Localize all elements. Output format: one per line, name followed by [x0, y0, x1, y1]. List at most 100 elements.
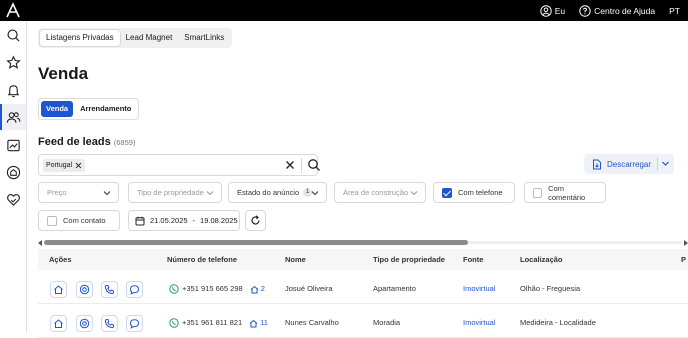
phone-number: +351 915 665 298 — [182, 284, 243, 293]
user-circle-icon — [540, 4, 552, 17]
location-cell: Olhão - Freguesia — [520, 284, 581, 293]
header-location[interactable]: Localização — [520, 249, 563, 270]
sidebar-item-analytics[interactable] — [0, 132, 26, 158]
sidebar-item-leads[interactable] — [0, 104, 26, 130]
built-area-filter[interactable]: Área de construção — [334, 182, 426, 203]
checkbox-unchecked[interactable] — [47, 215, 57, 226]
email-button[interactable] — [76, 315, 93, 332]
with-contact-label: Com contato — [63, 216, 106, 225]
header-price-partial[interactable]: P — [681, 249, 686, 270]
date-from: 21.05.2025 — [150, 216, 188, 225]
header-acoes: Ações — [49, 255, 72, 264]
home-icon — [249, 319, 258, 327]
sidebar-item-notifications[interactable] — [0, 77, 26, 103]
section-tabs: Listagens Privadas Lead Magnet SmartLink… — [38, 28, 233, 48]
header-source[interactable]: Fonte — [463, 249, 483, 270]
phone-cell[interactable]: +351 961 811 821 11 — [169, 308, 268, 338]
language-label: PT — [669, 5, 680, 16]
search-button-icon[interactable] — [307, 158, 321, 172]
tab-smartlinks[interactable]: SmartLinks — [178, 30, 230, 46]
segment-arrendamento[interactable]: Arrendamento — [75, 101, 136, 117]
home-icon — [54, 319, 63, 328]
property-type-cell: Moradia — [373, 318, 401, 327]
with-contact-checkbox[interactable]: Com contato — [38, 210, 120, 231]
help-center-link[interactable]: Centro de Ajuda — [579, 4, 656, 17]
listing-status-filter[interactable]: Estado do anúncio 1 — [228, 182, 327, 203]
user-menu[interactable]: Eu — [540, 4, 565, 17]
location-cell: Medideira - Localidade — [520, 318, 596, 327]
checkbox-unchecked[interactable] — [533, 187, 543, 198]
view-property-button[interactable] — [50, 281, 67, 298]
at-sign-icon — [79, 318, 90, 329]
home-icon — [54, 285, 63, 294]
call-button[interactable] — [101, 315, 118, 332]
phone-cell[interactable]: +351 915 665 298 2 — [169, 274, 265, 304]
download-button[interactable]: Descarregar — [584, 154, 674, 174]
call-button[interactable] — [101, 281, 118, 298]
listings-count[interactable]: 11 — [249, 308, 268, 338]
table-row[interactable]: +351 915 665 298 2 Josué Oliveira Aparta… — [38, 274, 688, 304]
name-cell: Nunes Carvalho — [285, 318, 339, 327]
top-bar: Eu Centro de Ajuda PT — [0, 0, 688, 21]
property-type-filter[interactable]: Tipo de propriedade — [128, 182, 222, 203]
clear-search-icon[interactable] — [285, 160, 295, 170]
chevron-down-icon — [311, 191, 319, 196]
tab-lead-magnet[interactable]: Lead Magnet — [120, 30, 179, 46]
table-row[interactable]: +351 961 811 821 11 Nunes Carvalho Morad… — [38, 308, 688, 338]
help-label: Centro de Ajuda — [594, 5, 656, 16]
segment-venda[interactable]: Venda — [41, 101, 74, 117]
message-button[interactable] — [126, 281, 143, 298]
sidebar-item-search[interactable] — [0, 22, 26, 48]
horizontal-scrollbar[interactable] — [38, 240, 688, 246]
search-icon — [6, 28, 20, 42]
star-icon — [5, 54, 21, 69]
heart-handshake-icon — [6, 193, 20, 206]
checkbox-checked[interactable] — [442, 187, 452, 198]
sidebar-item-partners[interactable] — [0, 186, 26, 212]
app-logo-icon[interactable] — [5, 2, 21, 18]
search-input[interactable]: Portugal — [38, 154, 321, 176]
sidebar-item-properties[interactable] — [0, 159, 26, 185]
download-label: Descarregar — [607, 159, 652, 169]
property-type-cell: Apartamento — [373, 284, 416, 293]
chevron-down-icon — [206, 191, 214, 196]
chevron-down-icon — [103, 191, 111, 196]
whatsapp-icon[interactable] — [169, 284, 179, 294]
view-property-button[interactable] — [50, 315, 67, 332]
document-download-icon — [593, 159, 601, 169]
scroll-thumb[interactable] — [44, 240, 468, 245]
source-link[interactable]: Imovirtual — [463, 274, 496, 304]
tab-listagens-privadas[interactable]: Listagens Privadas — [40, 30, 120, 46]
phone-icon — [104, 285, 114, 295]
chevron-down-icon[interactable] — [661, 159, 670, 168]
sidebar-item-favorites[interactable] — [0, 49, 26, 75]
listings-count-value: 11 — [260, 318, 268, 327]
price-filter[interactable]: Preço — [38, 182, 119, 203]
top-right-menu: Eu Centro de Ajuda PT — [532, 0, 680, 21]
name-cell: Josué Oliveira — [285, 284, 333, 293]
with-comment-checkbox[interactable]: Com comentário — [524, 182, 606, 203]
language-selector[interactable]: PT — [669, 6, 680, 16]
with-phone-checkbox[interactable]: Com telefone — [433, 182, 515, 203]
email-button[interactable] — [76, 281, 93, 298]
header-name[interactable]: Nome — [285, 249, 306, 270]
source-link[interactable]: Imovirtual — [463, 308, 496, 338]
refresh-button[interactable] — [245, 210, 266, 231]
feed-title-text: Feed de leads — [38, 136, 111, 148]
header-property-type[interactable]: Tipo de propriedade — [373, 249, 445, 270]
filter-chip-portugal: Portugal — [43, 159, 86, 172]
date-range-picker[interactable]: 21.05.2025 - 19.08.2025 — [128, 210, 240, 231]
scroll-left-arrow-icon[interactable] — [38, 240, 42, 246]
phone-number: +351 961 811 821 — [182, 318, 243, 327]
listings-count[interactable]: 2 — [250, 274, 265, 304]
scroll-right-arrow-icon[interactable] — [684, 240, 688, 246]
calendar-icon — [135, 216, 145, 225]
listings-count-value: 2 — [260, 284, 265, 293]
chat-bubble-icon — [129, 319, 140, 329]
whatsapp-icon[interactable] — [169, 318, 179, 328]
header-phone[interactable]: Número de telefone — [167, 249, 237, 270]
sidebar — [0, 21, 27, 333]
chip-remove-icon[interactable] — [75, 162, 82, 169]
search-divider — [301, 158, 302, 173]
message-button[interactable] — [126, 315, 143, 332]
